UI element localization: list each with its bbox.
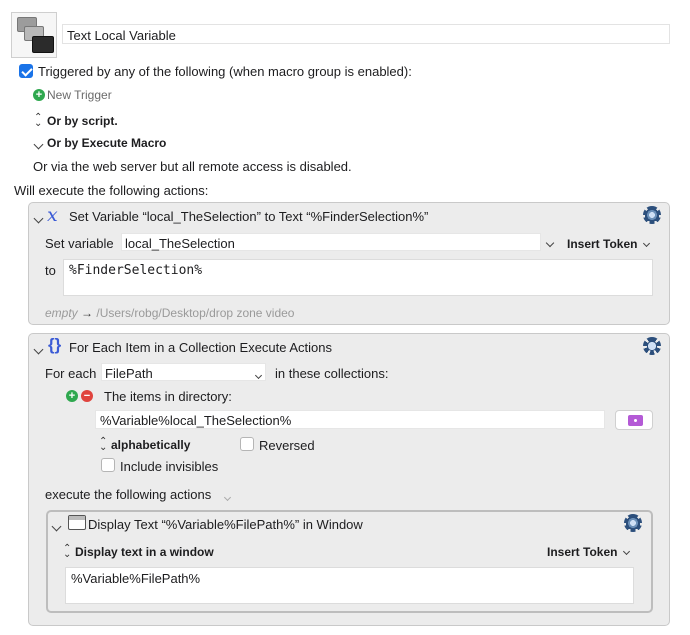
chevron-down-icon [223, 493, 232, 502]
add-collection-icon[interactable]: + [66, 390, 78, 402]
include-invisibles-label: Include invisibles [120, 459, 219, 474]
chevron-down-icon [545, 238, 555, 248]
insert-token-label: Insert Token [567, 237, 638, 251]
chevron-down-icon [51, 521, 62, 532]
or-by-script-toggle[interactable]: ⌃ ⌄ [34, 112, 43, 129]
execute-dropdown[interactable] [223, 488, 232, 503]
updown-chevron-icon: ⌃ ⌄ [99, 436, 108, 453]
chevron-down-icon [642, 239, 650, 248]
new-trigger-plus-icon[interactable]: + [33, 89, 45, 101]
include-invisibles-checkbox[interactable] [101, 458, 115, 472]
variable-name-field[interactable]: local_TheSelection [121, 233, 541, 251]
reversed-label: Reversed [259, 438, 315, 453]
action2-disclosure[interactable] [33, 341, 44, 356]
triggered-label: Triggered by any of the following (when … [38, 64, 412, 79]
action1-title: Set Variable “local_TheSelection” to Tex… [69, 209, 429, 224]
insert-token-button-3[interactable]: Insert Token [547, 545, 630, 559]
items-in-directory-label: The items in directory: [104, 389, 232, 404]
status-empty: empty [45, 306, 78, 320]
updown-chevron-icon: ⌃ ⌄ [34, 112, 43, 129]
or-by-script-label: Or by script. [47, 114, 118, 128]
chevron-down-icon [33, 139, 44, 150]
directory-field[interactable]: %Variable%local_TheSelection% [95, 410, 605, 429]
chevron-down-icon [254, 371, 263, 380]
or-by-execute-disclosure[interactable] [33, 136, 44, 151]
status-line: empty → /Users/robg/Desktop/drop zone vi… [45, 306, 294, 320]
to-text-area[interactable]: %FinderSelection% [63, 259, 653, 296]
action3-title: Display Text “%Variable%FilePath%” in Wi… [88, 517, 363, 532]
to-text-value: %FinderSelection% [69, 263, 203, 278]
actions-heading: Will execute the following actions: [14, 183, 209, 198]
or-by-execute-label: Or by Execute Macro [47, 136, 167, 150]
for-each-variable-text: FilePath [105, 366, 153, 381]
triggered-checkbox[interactable] [19, 64, 33, 78]
variable-x-icon: 𝑥 [47, 204, 58, 226]
execute-label: execute the following actions [45, 487, 212, 502]
display-mode-label: Display text in a window [75, 545, 214, 559]
folder-dot-icon [634, 419, 637, 422]
for-each-variable-field[interactable]: FilePath [101, 363, 266, 381]
set-variable-action[interactable]: 𝑥 Set Variable “local_TheSelection” to T… [28, 202, 670, 325]
macro-name-field[interactable]: Text Local Variable [62, 24, 670, 44]
action3-disclosure[interactable] [51, 518, 62, 533]
remove-collection-icon[interactable]: − [81, 390, 93, 402]
for-each-braces-icon: {} [48, 335, 62, 354]
chevron-down-icon [33, 213, 44, 224]
chevron-down-icon [33, 344, 44, 355]
window-icon [68, 515, 86, 530]
action1-disclosure[interactable] [33, 210, 44, 225]
display-text-area[interactable]: %Variable%FilePath% [65, 567, 634, 604]
display-text-action[interactable]: Display Text “%Variable%FilePath%” in Wi… [46, 510, 653, 613]
sort-order-label: alphabetically [111, 438, 191, 452]
directory-text: %Variable%local_TheSelection% [100, 413, 292, 428]
choose-folder-button[interactable] [615, 410, 653, 430]
action3-gear-icon[interactable] [624, 514, 642, 532]
new-trigger-button[interactable]: New Trigger [47, 88, 112, 102]
set-variable-label: Set variable [45, 236, 114, 251]
status-path: /Users/robg/Desktop/drop zone video [96, 306, 295, 320]
chevron-down-icon [622, 547, 630, 556]
sort-order-popup[interactable]: ⌃ ⌄ [99, 436, 108, 453]
action2-title: For Each Item in a Collection Execute Ac… [69, 340, 333, 355]
insert-token-label: Insert Token [547, 545, 618, 559]
status-arrow: → [81, 306, 94, 320]
updown-chevron-icon: ⌃ ⌄ [63, 543, 72, 560]
macro-name-text: Text Local Variable [67, 28, 176, 43]
in-collections-label: in these collections: [275, 366, 389, 381]
variable-name-text: local_TheSelection [125, 236, 235, 251]
display-mode-popup[interactable]: ⌃ ⌄ [63, 543, 72, 560]
for-each-label: For each [45, 366, 97, 381]
reversed-checkbox[interactable] [240, 437, 254, 451]
to-label: to [45, 263, 56, 278]
for-each-variable-dropdown[interactable] [254, 366, 263, 381]
variable-name-dropdown[interactable] [545, 234, 555, 249]
web-server-label: Or via the web server but all remote acc… [33, 159, 352, 174]
action1-gear-icon[interactable] [643, 206, 661, 224]
action2-gear-icon[interactable] [643, 337, 661, 355]
display-text-value: %Variable%FilePath% [71, 571, 201, 586]
macro-icon[interactable] [11, 12, 57, 58]
insert-token-button-1[interactable]: Insert Token [567, 237, 650, 251]
